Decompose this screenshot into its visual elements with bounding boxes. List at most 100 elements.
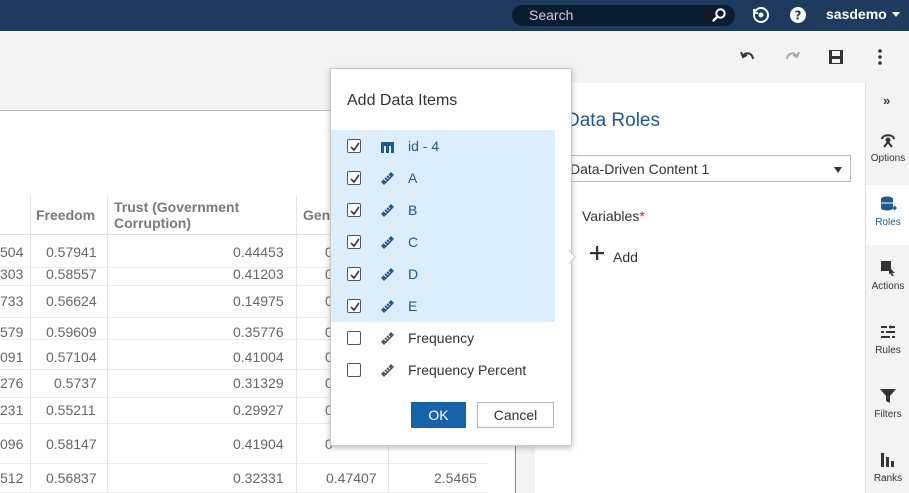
rail-tab-label: Roles: [875, 217, 901, 228]
measure-icon: [381, 172, 394, 185]
rail-tab-actions[interactable]: Actions: [866, 249, 909, 309]
column-header-freedom[interactable]: Freedom: [36, 207, 95, 223]
table-cell: 0.58147: [46, 436, 97, 452]
actions-icon: [881, 261, 895, 276]
data-item-c[interactable]: C: [331, 226, 555, 258]
table-cell: 0.44453: [233, 244, 284, 260]
table-cell: 0.5737: [54, 375, 97, 391]
table-cell: 0.56624: [46, 293, 97, 309]
more-options-icon[interactable]: [871, 48, 889, 66]
collapse-pane-icon[interactable]: »: [883, 93, 890, 108]
table-cell: 0.58557: [46, 266, 97, 282]
checkbox[interactable]: [347, 299, 361, 313]
rail-tab-label: Ranks: [873, 473, 903, 484]
table-row[interactable]: 512 0.56837 0.32331 0.47407 2.5465: [0, 464, 488, 493]
column-header-trust[interactable]: Trust (Government Corruption): [114, 199, 264, 231]
data-item-a[interactable]: A: [331, 162, 555, 194]
svg-text:?: ?: [795, 9, 802, 23]
chevron-down-icon[interactable]: [892, 12, 900, 17]
table-cell: 0.57104: [46, 349, 97, 365]
ranks-icon: [881, 453, 894, 467]
table-cell: 733: [0, 293, 24, 309]
rail-tab-label: Filters: [874, 409, 902, 420]
checkbox[interactable]: [347, 331, 361, 345]
table-cell: 0.59609: [46, 324, 97, 340]
search-box[interactable]: Search: [512, 5, 735, 26]
data-item-label: Frequency: [408, 330, 475, 346]
object-selector[interactable]: Data-Driven Content 1: [565, 155, 851, 182]
measure-icon: [381, 364, 394, 377]
table-cell: 0.14975: [233, 293, 284, 309]
checkbox[interactable]: [347, 267, 361, 281]
data-roles-pane: Data Roles Data-Driven Content 1 Variabl…: [535, 83, 865, 493]
measure-icon: [381, 236, 394, 249]
right-rail: » Options Roles Actions Rules Filters Ra…: [865, 83, 909, 493]
variables-label: Variables*: [582, 208, 645, 224]
table-cell: 0.47407: [326, 470, 377, 486]
rail-tab-options[interactable]: Options: [866, 121, 909, 181]
measure-icon: [381, 332, 394, 345]
table-cell: 303: [0, 266, 24, 282]
data-item-frequency[interactable]: Frequency: [331, 322, 555, 354]
cancel-button[interactable]: Cancel: [477, 402, 554, 428]
add-icon[interactable]: [590, 246, 604, 260]
undo-icon[interactable]: [739, 48, 757, 66]
rail-tab-rules[interactable]: Rules: [866, 313, 909, 373]
column-header-generosity[interactable]: Gen: [303, 207, 330, 223]
data-item-label: C: [408, 234, 419, 250]
data-item-b[interactable]: B: [331, 194, 555, 226]
table-cell: 0.29927: [233, 402, 284, 418]
add-variable-button[interactable]: Add: [613, 249, 638, 265]
data-item-e[interactable]: E: [331, 290, 555, 322]
data-item-label: A: [408, 170, 418, 186]
ok-button[interactable]: OK: [411, 402, 466, 428]
top-app-bar: Search ? sasdemo: [0, 0, 909, 31]
add-data-items-dialog: Add Data Items id - 4 A B C D E Frequenc…: [330, 68, 572, 446]
recent-history-icon[interactable]: [752, 6, 770, 24]
table-cell: 0.57941: [46, 244, 97, 260]
checkbox[interactable]: [347, 171, 361, 185]
table-cell: 0.55211: [46, 402, 96, 418]
data-item-label: id - 4: [408, 138, 440, 154]
data-item-d[interactable]: D: [331, 258, 555, 290]
table-cell: 276: [0, 375, 24, 391]
search-input[interactable]: Search: [529, 7, 573, 23]
checkbox[interactable]: [347, 363, 361, 377]
roles-icon: [881, 196, 897, 211]
rail-tab-label: Options: [870, 153, 906, 164]
dialog-pointer: [567, 248, 576, 266]
table-cell: 0.41203: [233, 266, 284, 282]
table-cell: 579: [0, 324, 24, 340]
rules-icon: [881, 325, 895, 338]
data-item-label: B: [408, 202, 418, 218]
data-item-label: Frequency Percent: [408, 362, 527, 378]
save-icon[interactable]: [827, 48, 845, 66]
checkbox[interactable]: [347, 203, 361, 217]
table-cell: 2.5465: [434, 470, 477, 486]
rail-tab-label: Actions: [871, 281, 905, 292]
rail-tab-label: Rules: [875, 345, 901, 356]
rail-tab-ranks[interactable]: Ranks: [866, 441, 909, 493]
data-item-id-4[interactable]: id - 4: [331, 130, 555, 162]
checkbox[interactable]: [347, 139, 361, 153]
rail-tab-filters[interactable]: Filters: [866, 377, 909, 437]
data-item-label: E: [408, 298, 418, 314]
search-icon[interactable]: [711, 7, 727, 23]
checkbox[interactable]: [347, 235, 361, 249]
data-item-frequency-percent[interactable]: Frequency Percent: [331, 354, 555, 386]
redo-icon[interactable]: [783, 48, 801, 66]
help-icon[interactable]: ?: [789, 6, 807, 24]
pane-title: Data Roles: [566, 110, 660, 131]
table-cell: 0.31329: [233, 375, 284, 391]
table-cell: 231: [0, 402, 24, 418]
table-cell: 0.41004: [233, 349, 284, 365]
required-marker: *: [639, 208, 645, 224]
variables-label-text: Variables: [582, 208, 640, 224]
table-cell: 0.56837: [46, 470, 97, 486]
filter-icon: [880, 389, 896, 403]
chevron-down-icon[interactable]: [834, 167, 842, 173]
table-cell: 504: [0, 244, 24, 260]
measure-icon: [381, 268, 394, 281]
rail-tab-roles[interactable]: Roles: [866, 185, 909, 245]
user-menu[interactable]: sasdemo: [826, 6, 887, 22]
